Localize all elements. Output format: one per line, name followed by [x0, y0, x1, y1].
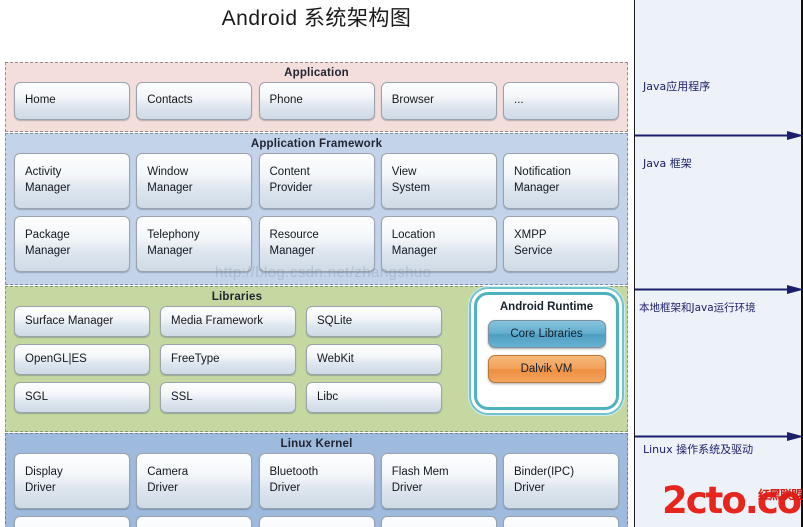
framework-module-row-1: Activity Manager Window Manager Content … [6, 153, 627, 216]
android-runtime-title: Android Runtime [499, 301, 594, 313]
module-flash-mem-driver[interactable]: Flash Mem Driver [380, 453, 497, 509]
module-row2-slot-1[interactable] [14, 516, 130, 527]
module-sqlite[interactable]: SQLite [306, 306, 442, 337]
page-title: Android 系统架构图 [221, 7, 412, 30]
annotation-java-applications: Java应用程序 [643, 80, 711, 93]
module-xmpp-service[interactable]: XMPP Service [503, 216, 619, 272]
annotation-divider-arrow-2 [635, 281, 803, 294]
module-sgl[interactable]: SGL [14, 382, 150, 413]
libraries-grid: Surface Manager Media Framework SQLite O… [6, 306, 462, 413]
annotation-native-framework-and-java-runtime: 本地框架和Java运行环境 [639, 302, 756, 314]
kernel-module-row-2-clipped [6, 516, 627, 527]
module-contacts[interactable]: Contacts [136, 82, 253, 120]
module-notification-manager[interactable]: Notification Manager [503, 153, 619, 209]
layer-application: Application Home Contacts Phone Browser … [5, 62, 628, 132]
module-camera-driver[interactable]: Camera Driver [136, 453, 253, 509]
layer-application-title: Application [284, 67, 349, 79]
android-runtime-panel: Android Runtime Core Libraries Dalvik VM [474, 292, 619, 410]
diagram-canvas: Android 系统架构图 Application Home Contacts … [0, 0, 633, 527]
annotation-divider-arrow-3 [635, 428, 803, 441]
module-core-libraries[interactable]: Core Libraries [487, 320, 606, 348]
module-display-driver[interactable]: Display Driver [14, 453, 130, 509]
android-architecture-diagram: Android 系统架构图 Application Home Contacts … [0, 0, 803, 527]
module-row2-slot-3[interactable] [258, 516, 375, 527]
module-freetype[interactable]: FreeType [160, 344, 296, 375]
module-telephony-manager[interactable]: Telephony Manager [136, 216, 253, 272]
module-row2-slot-5[interactable] [503, 516, 619, 527]
module-resource-manager[interactable]: Resource Manager [258, 216, 375, 272]
module-binder-ipc-driver[interactable]: Binder(IPC) Driver [503, 453, 619, 509]
module-more[interactable]: ... [503, 82, 619, 120]
module-bluetooth-driver[interactable]: Bluetooth Driver [258, 453, 375, 509]
layer-application-framework: Application Framework Activity Manager W… [5, 133, 628, 285]
annotation-divider-arrow-1 [635, 127, 803, 140]
module-opengl-es[interactable]: OpenGL|ES [14, 344, 150, 375]
module-location-manager[interactable]: Location Manager [380, 216, 497, 272]
layer-libraries: Libraries Surface Manager Media Framewor… [5, 286, 628, 432]
libraries-row-1: Surface Manager Media Framework SQLite [14, 306, 462, 337]
kernel-module-row-1: Display Driver Camera Driver Bluetooth D… [6, 453, 627, 516]
module-surface-manager[interactable]: Surface Manager [14, 306, 150, 337]
module-libc[interactable]: Libc [306, 382, 442, 413]
module-view-system[interactable]: View System [380, 153, 497, 209]
layer-linux-kernel: Linux Kernel Display Driver Camera Drive… [5, 433, 628, 527]
module-home[interactable]: Home [14, 82, 130, 120]
module-webkit[interactable]: WebKit [306, 344, 442, 375]
annotation-linux-os-and-drivers: Linux 操作系统及驱动 [643, 443, 754, 456]
module-ssl[interactable]: SSL [160, 382, 296, 413]
module-activity-manager[interactable]: Activity Manager [14, 153, 130, 209]
layer-libraries-title: Libraries [211, 291, 263, 303]
module-media-framework[interactable]: Media Framework [160, 306, 296, 337]
module-package-manager[interactable]: Package Manager [14, 216, 130, 272]
annotation-panel: Java应用程序 Java 框架 本地框架和Java运行环境 Linux 操作系… [634, 0, 803, 527]
application-module-row: Home Contacts Phone Browser ... [6, 82, 627, 127]
libraries-row-3: SGL SSL Libc [14, 382, 462, 413]
module-dalvik-vm[interactable]: Dalvik VM [487, 355, 606, 383]
module-phone[interactable]: Phone [258, 82, 375, 120]
module-content-provider[interactable]: Content Provider [258, 153, 375, 209]
module-browser[interactable]: Browser [380, 82, 497, 120]
module-window-manager[interactable]: Window Manager [136, 153, 253, 209]
layer-framework-title: Application Framework [250, 138, 383, 150]
layer-kernel-title: Linux Kernel [280, 438, 353, 450]
module-row2-slot-4[interactable] [380, 516, 497, 527]
annotation-java-framework: Java 框架 [643, 157, 692, 170]
module-row2-slot-2[interactable] [136, 516, 253, 527]
framework-module-row-2: Package Manager Telephony Manager Resour… [6, 216, 627, 279]
libraries-row-2: OpenGL|ES FreeType WebKit [14, 344, 462, 375]
